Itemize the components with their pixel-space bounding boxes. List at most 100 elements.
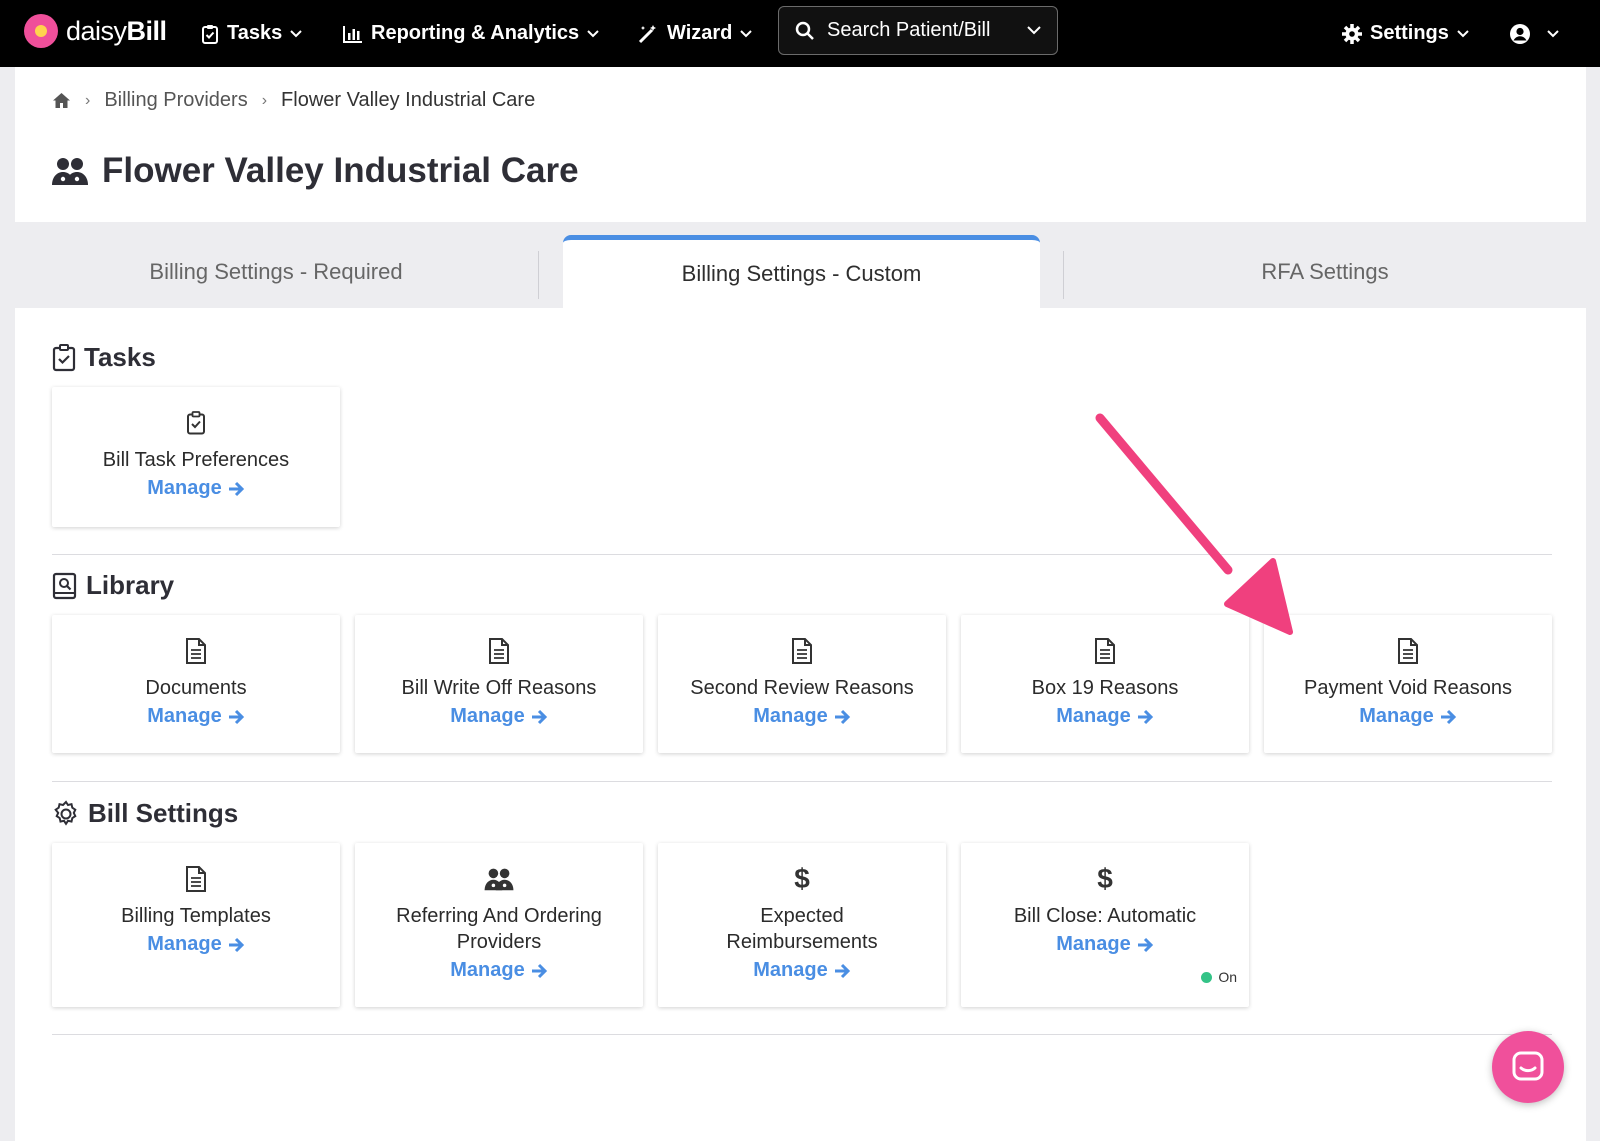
section-divider xyxy=(52,554,1552,555)
tab-billing-settings-required[interactable]: Billing Settings - Required xyxy=(15,235,537,308)
search-patient-bill-input[interactable]: Search Patient/Bill xyxy=(778,6,1058,55)
chevron-down-icon[interactable] xyxy=(1027,26,1041,35)
card-title: Second Review Reasons xyxy=(690,677,914,699)
breadcrumb-billing-providers[interactable]: Billing Providers xyxy=(104,89,247,112)
search-icon xyxy=(795,21,814,40)
manage-link[interactable]: Manage xyxy=(147,477,244,500)
search-placeholder: Search Patient/Bill xyxy=(827,19,991,41)
section-title: Tasks xyxy=(84,342,156,372)
doctors-icon xyxy=(52,158,88,185)
card-bill-close-automatic[interactable]: $ Bill Close: Automatic Manage On xyxy=(961,843,1249,1007)
manage-link[interactable]: Manage xyxy=(1056,705,1153,728)
manage-link[interactable]: Manage xyxy=(753,705,850,728)
top-nav: daisyBill Tasks Reporting & Analytics Wi… xyxy=(0,0,1600,67)
chevron-right-icon: › xyxy=(85,91,91,109)
manage-link-label: Manage xyxy=(1359,705,1434,727)
card-second-review-reasons[interactable]: Second Review Reasons Manage xyxy=(658,615,946,753)
manage-link-label: Manage xyxy=(450,705,525,727)
chevron-down-icon xyxy=(1457,29,1469,37)
card-bill-write-off-reasons[interactable]: Bill Write Off Reasons Manage xyxy=(355,615,643,753)
card-title: Bill Task Preferences xyxy=(102,449,290,471)
brand-name-light: daisy xyxy=(66,15,127,46)
chat-support-button[interactable] xyxy=(1492,1031,1564,1103)
manage-link[interactable]: Manage xyxy=(147,705,244,728)
card-billing-templates[interactable]: Billing Templates Manage xyxy=(52,843,340,1007)
tab-rfa-settings[interactable]: RFA Settings xyxy=(1064,235,1586,308)
manage-link-label: Manage xyxy=(450,959,525,981)
section-divider xyxy=(52,781,1552,782)
tab-billing-settings-custom[interactable]: Billing Settings - Custom xyxy=(563,235,1040,308)
nav-tasks-label: Tasks xyxy=(227,22,283,44)
card-documents[interactable]: Documents Manage xyxy=(52,615,340,753)
page-title-row: Flower Valley Industrial Care xyxy=(52,151,579,191)
nav-tasks-menu[interactable]: Tasks xyxy=(201,0,302,67)
chevron-down-icon xyxy=(587,29,599,37)
status-dot xyxy=(1201,971,1213,983)
document-icon xyxy=(792,638,812,664)
chevron-down-icon xyxy=(290,29,302,37)
card-title: Box 19 Reasons xyxy=(1031,677,1179,699)
arrow-right-icon xyxy=(228,709,244,724)
manage-link[interactable]: Manage xyxy=(1359,705,1456,728)
user-account-menu[interactable] xyxy=(1509,0,1559,67)
page-header: › Billing Providers › Flower Valley Indu… xyxy=(15,67,1586,222)
manage-link[interactable]: Manage xyxy=(450,959,547,982)
daisy-flower-icon xyxy=(24,14,58,48)
dollar-icon: $ xyxy=(1097,863,1113,894)
arrow-right-icon xyxy=(1137,709,1153,724)
clipboard-check-icon xyxy=(187,411,205,435)
card-expected-reimbursements[interactable]: $ Expected Reimbursements Manage xyxy=(658,843,946,1007)
brand-name-bold: Bill xyxy=(126,15,168,46)
chevron-down-icon xyxy=(1547,29,1559,37)
gear-icon xyxy=(1342,23,1362,44)
manage-link-label: Manage xyxy=(147,705,222,727)
home-icon[interactable] xyxy=(52,92,71,109)
card-title: Bill Close: Automatic xyxy=(1013,905,1197,927)
arrow-right-icon xyxy=(834,709,850,724)
magic-wand-icon xyxy=(638,24,656,43)
card-title: Payment Void Reasons xyxy=(1304,677,1512,699)
document-icon xyxy=(186,638,206,664)
nav-settings-menu[interactable]: Settings xyxy=(1342,0,1469,67)
doctors-icon xyxy=(484,868,514,891)
user-circle-icon xyxy=(1510,23,1530,44)
card-payment-void-reasons[interactable]: Payment Void Reasons Manage xyxy=(1264,615,1552,753)
manage-link[interactable]: Manage xyxy=(147,933,244,956)
nav-reporting-label: Reporting & Analytics xyxy=(371,22,580,44)
section-divider xyxy=(52,1034,1552,1035)
bar-chart-icon xyxy=(343,25,362,43)
section-tasks-heading: Tasks xyxy=(52,342,156,373)
chevron-right-icon: › xyxy=(261,91,268,109)
card-title: Billing Templates xyxy=(121,905,271,927)
card-bill-task-preferences[interactable]: Bill Task Preferences Manage xyxy=(52,387,340,527)
nav-wizard-label: Wizard xyxy=(667,22,733,44)
nav-wizard-menu[interactable]: Wizard xyxy=(637,0,753,67)
arrow-right-icon xyxy=(228,481,244,496)
status-indicator: On xyxy=(1201,969,1237,985)
chat-icon xyxy=(1512,1051,1544,1081)
arrow-right-icon xyxy=(228,937,244,952)
nav-settings-label: Settings xyxy=(1370,22,1449,44)
document-icon xyxy=(1095,638,1115,664)
arrow-right-icon xyxy=(834,963,850,978)
nav-reporting-menu[interactable]: Reporting & Analytics xyxy=(343,0,599,67)
status-label: On xyxy=(1218,969,1237,985)
tab-label: Billing Settings - Custom xyxy=(681,261,922,286)
section-library-heading: Library xyxy=(52,570,174,601)
section-bill-settings-heading: Bill Settings xyxy=(52,798,238,829)
document-icon xyxy=(1398,638,1418,664)
manage-link[interactable]: Manage xyxy=(1056,933,1153,956)
section-title: Bill Settings xyxy=(88,798,239,828)
document-icon xyxy=(489,638,509,664)
card-referring-ordering-providers[interactable]: Referring And Ordering Providers Manage xyxy=(355,843,643,1007)
manage-link-label: Manage xyxy=(1056,705,1131,727)
card-title: Documents xyxy=(145,677,247,699)
arrow-right-icon xyxy=(1440,709,1456,724)
manage-link-label: Manage xyxy=(753,705,828,727)
manage-link[interactable]: Manage xyxy=(450,705,547,728)
manage-link[interactable]: Manage xyxy=(753,959,850,982)
gear-icon xyxy=(54,799,77,826)
card-box-19-reasons[interactable]: Box 19 Reasons Manage xyxy=(961,615,1249,753)
document-icon xyxy=(186,866,206,892)
daisybill-logo[interactable]: daisyBill xyxy=(24,14,167,48)
